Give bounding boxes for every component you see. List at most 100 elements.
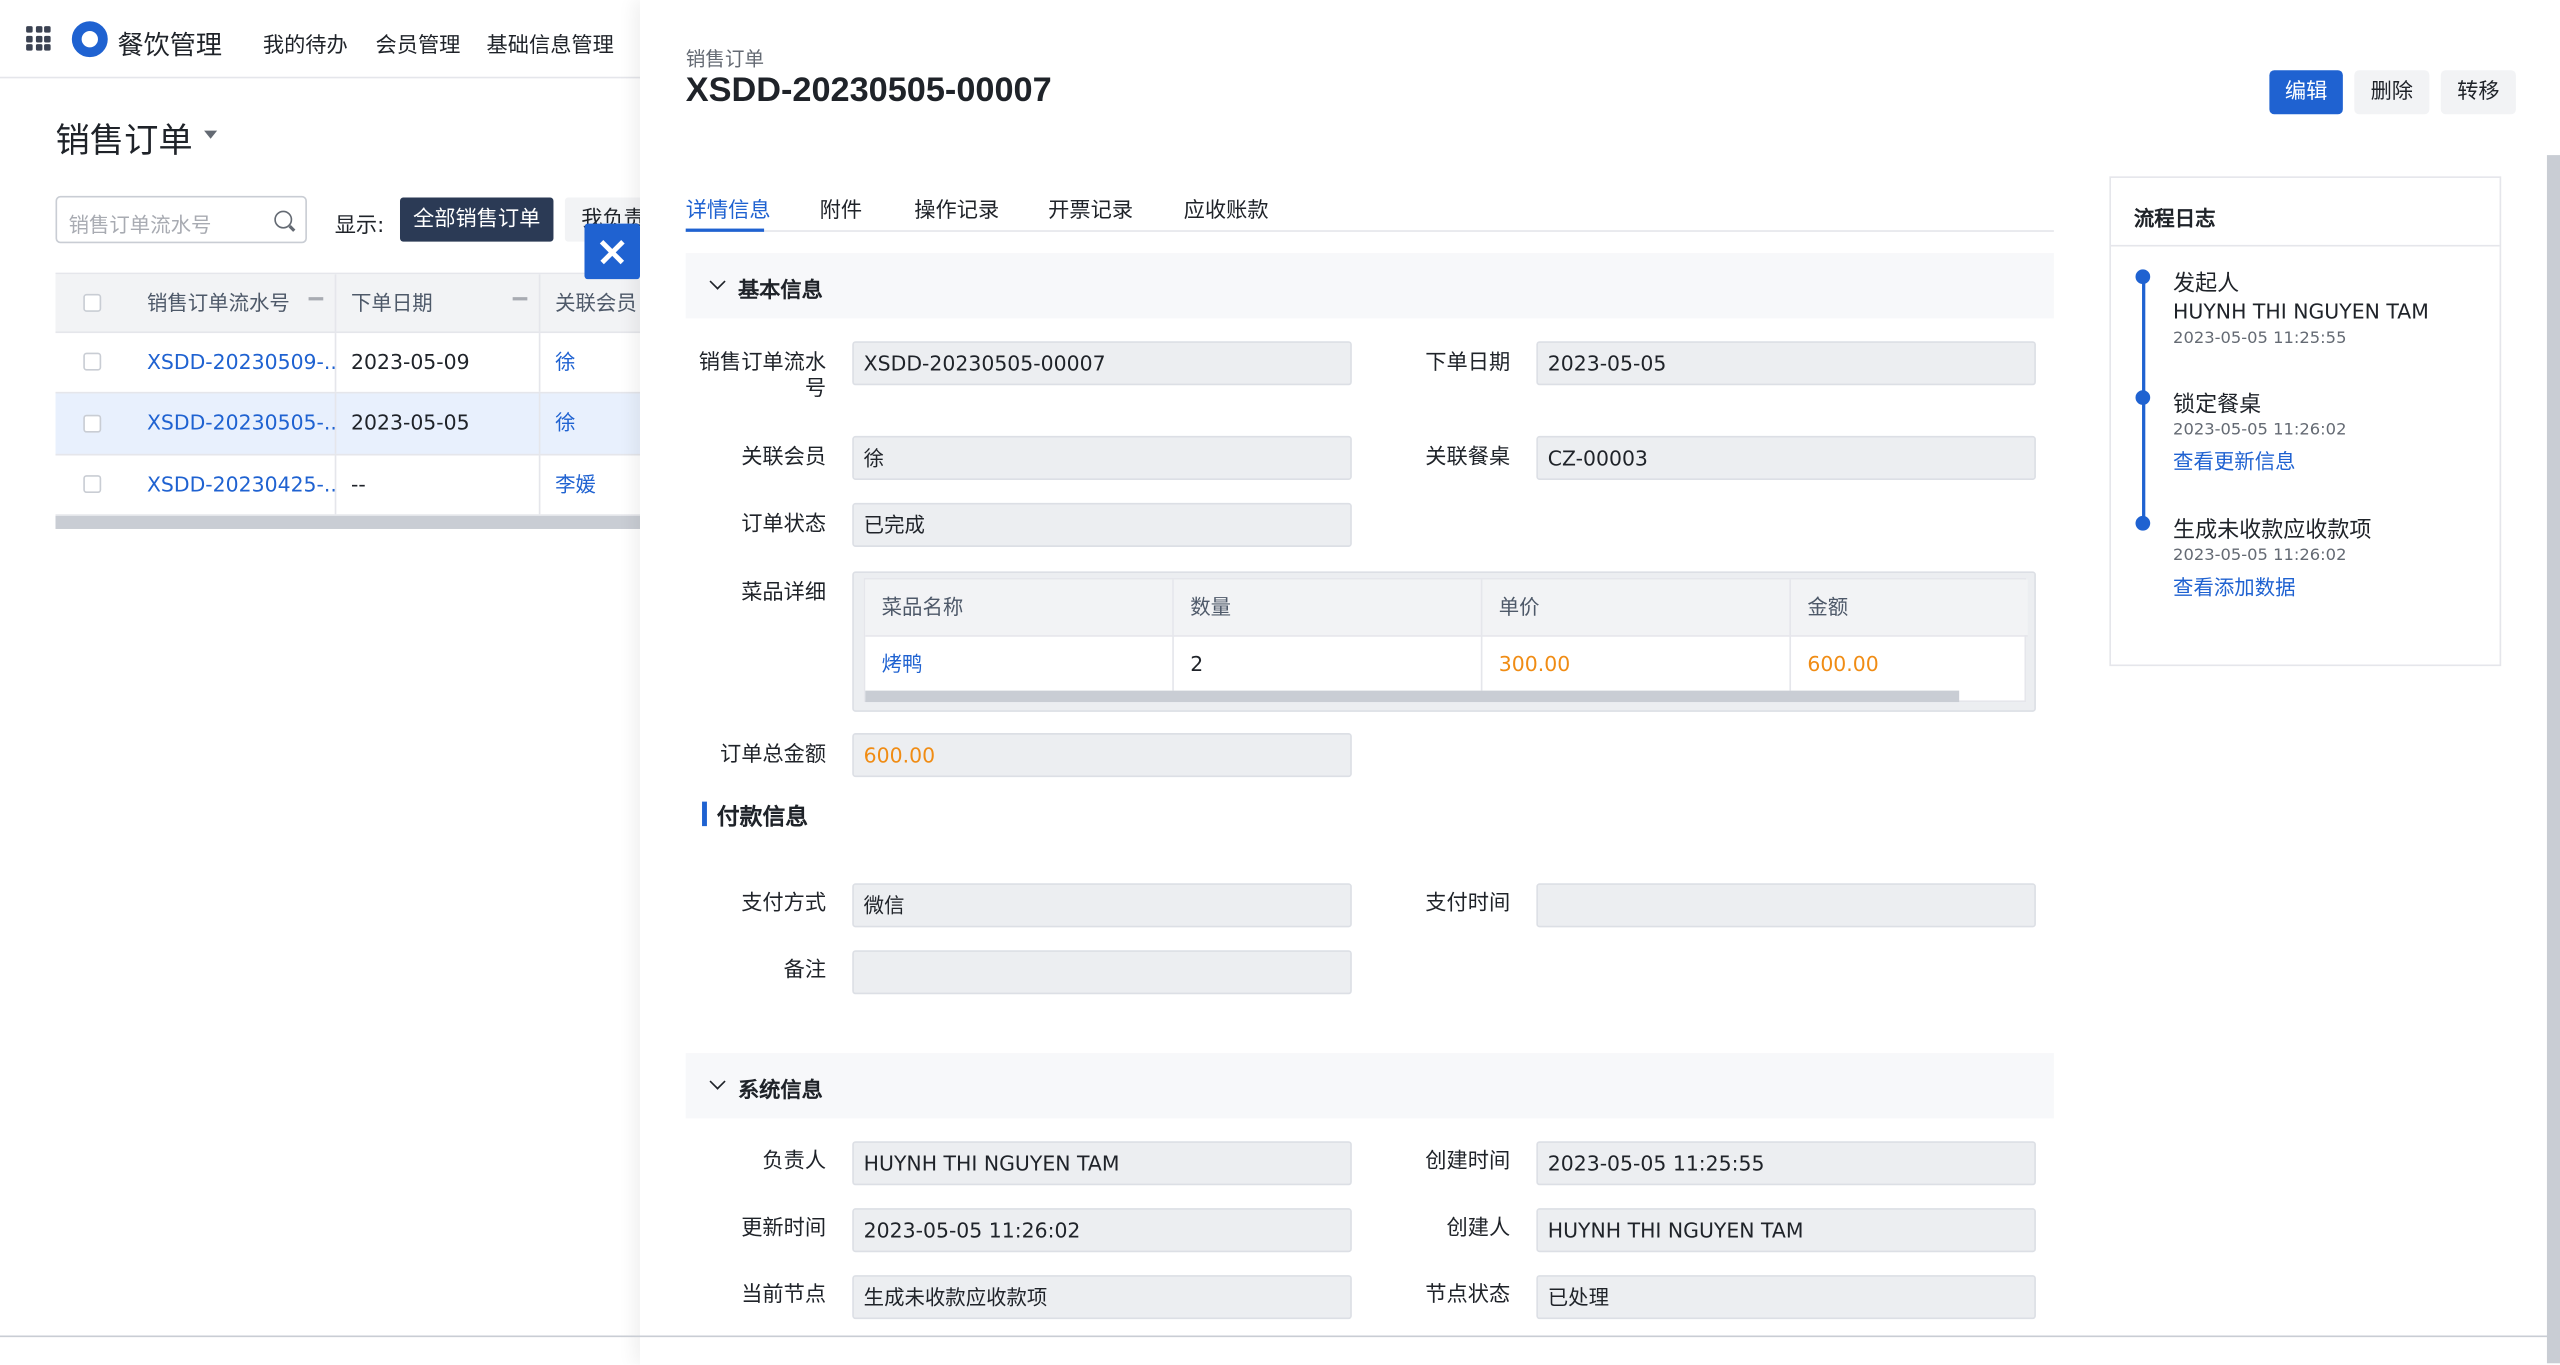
close-drawer-button[interactable] xyxy=(584,223,640,280)
search-placeholder: 销售订单流水号 xyxy=(68,212,212,237)
updated-time-field: 2023-05-05 11:26:02 xyxy=(852,1208,1352,1253)
app-logo-icon xyxy=(71,21,108,58)
orders-table: 销售订单流水号 下单日期 关联会员 XSDD-20230509-... 2023… xyxy=(55,272,644,516)
payment-method-field: 微信 xyxy=(852,883,1352,928)
order-no-link[interactable]: XSDD-20230505-... xyxy=(132,393,337,454)
column-header-order-no[interactable]: 销售订单流水号 xyxy=(132,274,337,332)
edit-button[interactable]: 编辑 xyxy=(2269,70,2343,115)
created-time-label: 创建时间 xyxy=(1425,1149,1511,1174)
remark-field xyxy=(852,950,1352,995)
creator-label: 创建人 xyxy=(1446,1216,1511,1241)
apps-grid-icon[interactable] xyxy=(26,26,51,51)
node-status-label: 节点状态 xyxy=(1425,1283,1511,1308)
system-info-section-header[interactable]: 系统信息 xyxy=(685,1053,2054,1119)
tab-operation-log[interactable]: 操作记录 xyxy=(914,193,999,223)
app-title: 餐饮管理 xyxy=(117,29,223,61)
section-title: 系统信息 xyxy=(737,1079,823,1104)
timeline-entry-time: 2023-05-05 11:25:55 xyxy=(2173,329,2347,348)
select-all-checkbox[interactable] xyxy=(83,293,102,312)
transfer-button[interactable]: 转移 xyxy=(2440,70,2516,115)
table-field-link[interactable]: CZ-00003 xyxy=(1536,435,2036,480)
column-header-order-date[interactable]: 下单日期 xyxy=(336,274,541,332)
table-row[interactable]: XSDD-20230425-... -- 李媛 xyxy=(55,455,644,516)
view-added-data-link[interactable]: 查看添加数据 xyxy=(2173,570,2295,601)
timeline-entry-title: 生成未收款应收款项 xyxy=(2173,517,2372,544)
drawer-vertical-scrollbar[interactable] xyxy=(2546,155,2560,1364)
dish-column-price: 单价 xyxy=(1482,579,1792,636)
order-no-link[interactable]: XSDD-20230509-... xyxy=(132,333,337,392)
search-icon[interactable] xyxy=(274,210,293,229)
app-root: 餐饮管理 我的待办 会员管理 基础信息管理 销售订单 销售订单流水号 显示: 全… xyxy=(0,0,2560,1365)
order-no-link[interactable]: XSDD-20230425-... xyxy=(132,455,337,515)
payment-method-label: 支付方式 xyxy=(741,891,827,916)
nav-item-todo[interactable]: 我的待办 xyxy=(263,28,348,58)
nav-item-members[interactable]: 会员管理 xyxy=(376,28,461,58)
timeline-dot xyxy=(2135,515,2151,531)
order-no-label: 销售订单流水号 xyxy=(698,351,827,402)
member-field-link[interactable]: 徐 xyxy=(852,435,1352,480)
filter-icon[interactable] xyxy=(512,297,528,300)
chevron-down-icon[interactable] xyxy=(204,130,218,139)
drawer-subtitle: 销售订单 xyxy=(685,47,765,71)
row-checkbox[interactable] xyxy=(83,475,102,494)
bottom-divider xyxy=(0,1335,2560,1338)
dish-qty: 2 xyxy=(1173,635,1483,691)
row-checkbox[interactable] xyxy=(83,352,102,371)
page-title[interactable]: 销售订单 xyxy=(56,114,193,163)
total-label: 订单总金额 xyxy=(719,742,827,768)
order-detail-drawer: 销售订单 XSDD-20230505-00007 编辑 删除 转移 详情信息 附… xyxy=(639,0,2560,1365)
section-title: 基本信息 xyxy=(737,279,823,304)
timeline-dot xyxy=(2135,269,2151,285)
order-date-field: 2023-05-05 xyxy=(1536,341,2036,386)
view-update-info-link[interactable]: 查看更新信息 xyxy=(2173,444,2295,475)
dish-table-scrollbar[interactable] xyxy=(865,690,1960,703)
payment-section-title: 付款信息 xyxy=(716,804,809,832)
creator-field: HUYNH THI NGUYEN TAM xyxy=(1536,1208,2036,1253)
dish-details-table: 菜品名称 数量 单价 金额 烤鸭 2 300.00 600.00 xyxy=(863,577,2028,703)
status-field: 已完成 xyxy=(852,502,1352,547)
timeline-dot xyxy=(2135,390,2151,405)
table-row[interactable]: XSDD-20230505-... 2023-05-05 徐 xyxy=(55,393,644,456)
tab-receivables[interactable]: 应收账款 xyxy=(1184,193,1269,223)
section-accent-bar xyxy=(702,801,707,827)
filter-icon[interactable] xyxy=(308,297,324,300)
order-date: 2023-05-09 xyxy=(336,333,541,392)
remark-label: 备注 xyxy=(783,958,827,983)
dish-column-name: 菜品名称 xyxy=(865,579,1174,636)
column-header-member[interactable]: 关联会员 xyxy=(540,274,643,331)
drawer-title: XSDD-20230505-00007 xyxy=(685,71,1052,110)
payment-time-label: 支付时间 xyxy=(1425,891,1511,916)
current-node-label: 当前节点 xyxy=(741,1283,827,1308)
table-row[interactable]: XSDD-20230509-... 2023-05-09 徐 xyxy=(55,333,644,394)
filter-all-orders-button[interactable]: 全部销售订单 xyxy=(399,197,554,242)
search-input[interactable]: 销售订单流水号 xyxy=(55,195,307,244)
row-checkbox[interactable] xyxy=(83,414,102,433)
table-header-row: 销售订单流水号 下单日期 关联会员 xyxy=(55,274,644,334)
current-node-field: 生成未收款应收款项 xyxy=(852,1275,1352,1320)
detail-tabs: 详情信息 附件 操作记录 开票记录 应收账款 xyxy=(685,176,2054,232)
member-link[interactable]: 徐 xyxy=(540,393,643,453)
payment-time-field xyxy=(1536,883,2036,928)
dish-name-link[interactable]: 烤鸭 xyxy=(865,635,1174,691)
tab-attachments[interactable]: 附件 xyxy=(820,193,862,223)
dish-column-qty: 数量 xyxy=(1173,579,1483,636)
member-link[interactable]: 李媛 xyxy=(540,456,643,515)
timeline-entry-title: 锁定餐桌 xyxy=(2173,391,2262,418)
chevron-down-icon[interactable] xyxy=(709,1073,726,1090)
owner-field: HUYNH THI NGUYEN TAM xyxy=(852,1141,1352,1186)
created-time-field: 2023-05-05 11:25:55 xyxy=(1536,1141,2036,1186)
dish-column-amount: 金额 xyxy=(1791,579,2028,636)
table-horizontal-scrollbar[interactable] xyxy=(55,515,644,529)
tab-invoice-records[interactable]: 开票记录 xyxy=(1048,193,1133,223)
tab-details[interactable]: 详情信息 xyxy=(686,193,771,223)
updated-time-label: 更新时间 xyxy=(741,1216,827,1241)
table-label: 关联餐桌 xyxy=(1425,445,1511,471)
basic-info-section-header[interactable]: 基本信息 xyxy=(685,253,2054,319)
flow-log-title: 流程日志 xyxy=(2133,205,2216,231)
nav-item-basic-info[interactable]: 基础信息管理 xyxy=(487,28,614,58)
delete-button[interactable]: 删除 xyxy=(2354,70,2430,115)
flow-log-panel: 流程日志 发起人 HUYNH THI NGUYEN TAM 2023-05-05… xyxy=(2109,176,2502,667)
chevron-down-icon[interactable] xyxy=(709,273,726,290)
timeline-entry-user: HUYNH THI NGUYEN TAM xyxy=(2173,298,2429,324)
member-link[interactable]: 徐 xyxy=(540,333,643,392)
